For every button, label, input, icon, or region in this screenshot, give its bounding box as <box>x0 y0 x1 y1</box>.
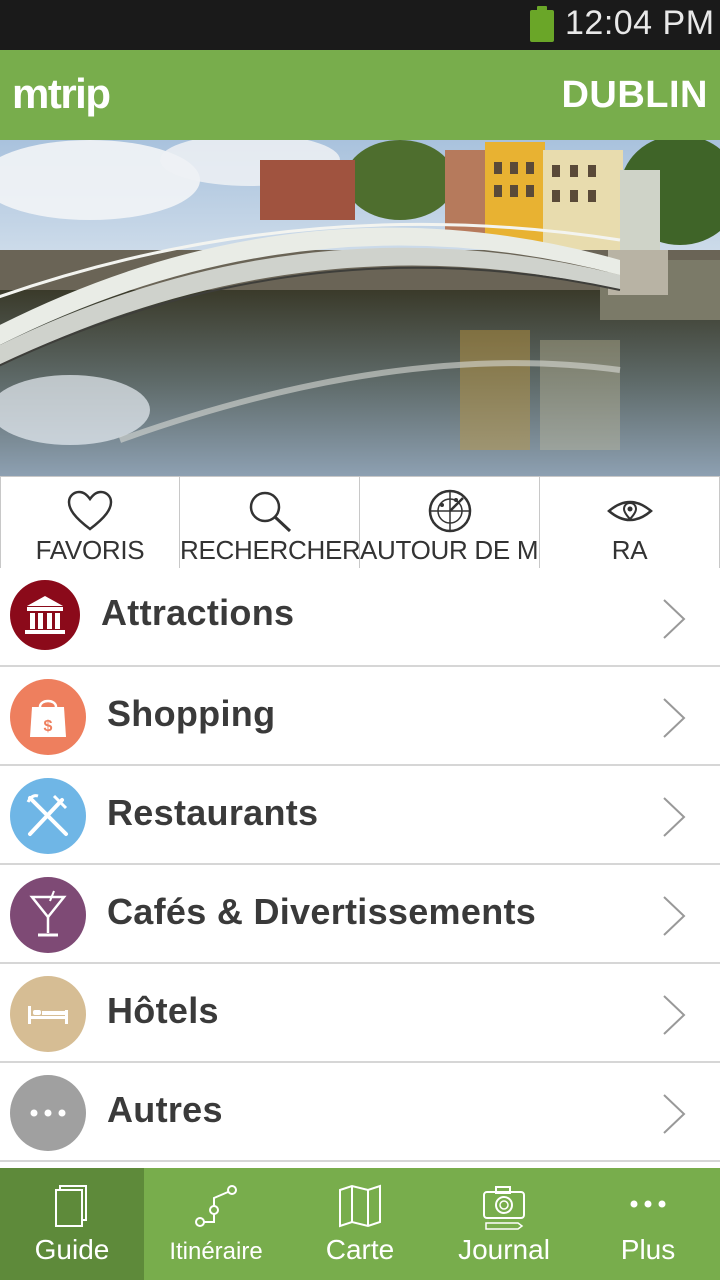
chevron-right-icon <box>663 896 686 936</box>
category-label: Attractions <box>101 592 295 633</box>
eye-icon <box>606 500 653 522</box>
search-icon <box>249 491 291 533</box>
tab-guide-label: Guide <box>34 1234 110 1265</box>
favorites-label: FAVORIS <box>35 535 145 565</box>
status-bar: 12:04 PM <box>0 0 720 50</box>
category-attractions[interactable]: Attractions <box>0 568 720 667</box>
map-icon <box>339 1184 381 1228</box>
app-logo[interactable]: mtrip <box>12 70 111 118</box>
nearby-label: AUTOUR DE MOI <box>360 535 539 565</box>
tab-itinerary-label: Itinéraire <box>169 1238 263 1265</box>
category-label: Shopping <box>107 693 276 734</box>
city-title[interactable]: DUBLIN <box>561 74 708 117</box>
category-cafes[interactable]: Cafés & Divertissements <box>0 865 720 964</box>
tab-map[interactable]: Carte <box>288 1168 432 1280</box>
chevron-right-icon <box>663 797 686 837</box>
augmented-reality-label: RA <box>611 535 648 565</box>
category-list: Attractions $ Shopping Restaurants Cafés… <box>0 568 720 1162</box>
chevron-right-icon <box>663 1094 686 1134</box>
cocktail-icon <box>10 877 86 953</box>
chevron-right-icon <box>663 698 686 738</box>
tab-guide[interactable]: Guide <box>0 1168 144 1280</box>
bed-icon <box>10 976 86 1052</box>
category-label: Restaurants <box>107 792 319 833</box>
status-clock: 12:04 PM <box>565 4 715 42</box>
search-label: RECHERCHER <box>180 535 359 565</box>
category-shopping[interactable]: $ Shopping <box>0 667 720 766</box>
more-icon <box>630 1200 666 1208</box>
bottom-nav: Guide Itinéraire Carte Journal Plus <box>0 1168 720 1280</box>
fork-knife-icon <box>10 778 86 854</box>
augmented-reality-button[interactable]: RA <box>540 477 720 568</box>
app-header: mtrip DUBLIN <box>0 50 720 140</box>
radar-icon <box>428 489 471 533</box>
category-others[interactable]: Autres <box>0 1063 720 1162</box>
camera-icon <box>483 1186 525 1230</box>
shopping-bag-icon: $ <box>10 679 86 755</box>
more-icon <box>10 1075 86 1151</box>
tab-map-label: Carte <box>325 1234 395 1265</box>
favorites-button[interactable]: FAVORIS <box>0 477 180 568</box>
route-icon <box>195 1185 237 1227</box>
category-label: Autres <box>107 1089 223 1130</box>
battery-icon <box>530 6 554 42</box>
category-label: Hôtels <box>107 990 219 1031</box>
museum-icon <box>10 580 80 650</box>
search-button[interactable]: RECHERCHER <box>180 477 360 568</box>
hero-image <box>0 140 720 476</box>
svg-text:$: $ <box>44 718 53 735</box>
tab-more[interactable]: Plus <box>576 1168 720 1280</box>
category-restaurants[interactable]: Restaurants <box>0 766 720 865</box>
quick-actions-bar: FAVORIS RECHERCHER AUTOUR DE MOI RA <box>0 476 720 568</box>
tab-journal-label: Journal <box>458 1234 550 1265</box>
book-icon <box>55 1185 87 1227</box>
chevron-right-icon <box>663 995 686 1035</box>
tab-more-label: Plus <box>620 1234 676 1265</box>
nearby-button[interactable]: AUTOUR DE MOI <box>360 477 540 568</box>
category-hotels[interactable]: Hôtels <box>0 964 720 1063</box>
category-label: Cafés & Divertissements <box>107 891 537 932</box>
tab-journal[interactable]: Journal <box>432 1168 576 1280</box>
heart-icon <box>67 490 113 531</box>
chevron-right-icon <box>663 599 686 639</box>
tab-itinerary[interactable]: Itinéraire <box>144 1168 288 1280</box>
